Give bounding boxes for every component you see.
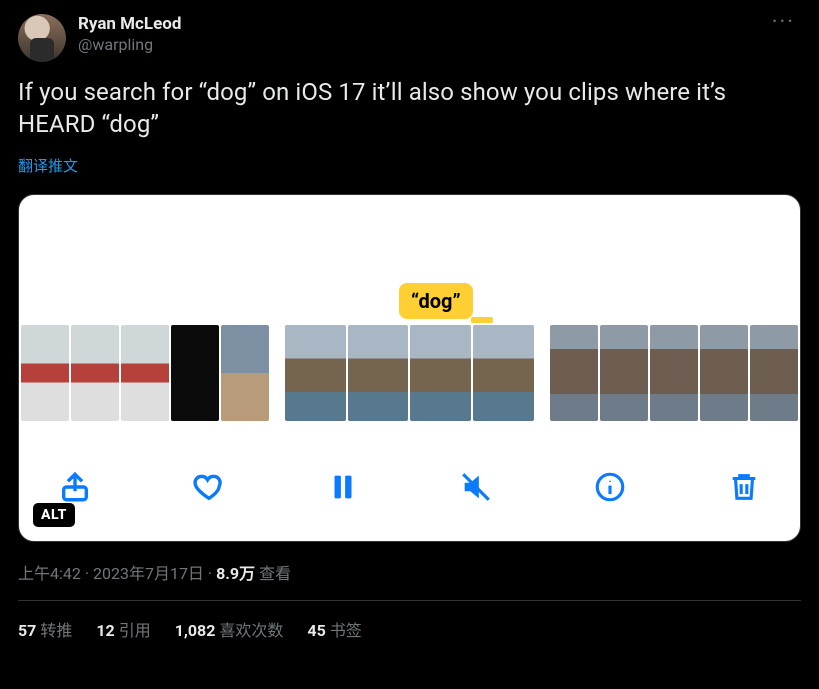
author-handle[interactable]: @warpling xyxy=(78,35,181,54)
speaker-muted-icon xyxy=(459,470,493,508)
info-button[interactable] xyxy=(588,467,632,511)
stat-value: 1,082 xyxy=(175,621,216,640)
timeline-frame xyxy=(650,325,698,421)
view-count: 8.9万 xyxy=(216,564,255,583)
meta-separator: · xyxy=(81,564,93,583)
timeline-frame xyxy=(171,325,219,421)
avatar[interactable] xyxy=(18,14,66,62)
timeline-frame xyxy=(121,325,169,421)
timeline-frame xyxy=(550,325,598,421)
stat-value: 12 xyxy=(96,621,114,640)
meta-separator: · xyxy=(204,564,216,583)
tweet-meta: 上午4:42 · 2023年7月17日 · 8.9万 查看 xyxy=(18,560,801,584)
timeline-frame xyxy=(21,325,69,421)
mute-button[interactable] xyxy=(454,467,498,511)
like-button[interactable] xyxy=(187,467,231,511)
pause-button[interactable] xyxy=(321,467,365,511)
stat-label: 引用 xyxy=(119,621,151,640)
stat-label: 书签 xyxy=(330,621,362,640)
timeline-frame xyxy=(473,325,534,421)
caption-bubble: “dog” xyxy=(399,283,473,319)
timeline-frame xyxy=(348,325,409,421)
info-icon xyxy=(593,470,627,508)
tweet-stats: 57转推 12 引用 1,082喜欢次数 45 书签 xyxy=(18,601,801,649)
view-label: 查看 xyxy=(255,564,291,583)
alt-badge[interactable]: ALT xyxy=(33,503,75,527)
timeline-frame xyxy=(410,325,471,421)
tweet-header: Ryan McLeod @warpling ··· xyxy=(18,14,801,62)
heart-icon xyxy=(192,470,226,508)
stat-retweets[interactable]: 57转推 xyxy=(18,617,72,641)
stat-value: 45 xyxy=(307,621,325,640)
timeline-frame xyxy=(71,325,119,421)
timeline-frame xyxy=(221,325,269,421)
stat-bookmarks[interactable]: 45 书签 xyxy=(307,617,361,641)
tweet-text: If you search for “dog” on iOS 17 it’ll … xyxy=(18,76,801,141)
stat-quotes[interactable]: 12 引用 xyxy=(96,617,150,641)
pause-icon xyxy=(326,470,360,508)
caption-tick xyxy=(471,317,493,323)
stat-likes[interactable]: 1,082喜欢次数 xyxy=(175,617,284,641)
tweet: Ryan McLeod @warpling ··· If you search … xyxy=(0,0,819,661)
timeline-clip[interactable] xyxy=(21,325,269,421)
timeline-frame xyxy=(700,325,748,421)
stat-value: 57 xyxy=(18,621,36,640)
timeline-frame xyxy=(750,325,798,421)
translate-link[interactable]: 翻译推文 xyxy=(18,155,801,176)
delete-button[interactable] xyxy=(722,467,766,511)
tweet-date[interactable]: 2023年7月17日 xyxy=(93,564,204,583)
timeline-clip[interactable] xyxy=(550,325,798,421)
stat-label: 喜欢次数 xyxy=(219,621,283,640)
more-button[interactable]: ··· xyxy=(766,14,801,32)
tweet-time[interactable]: 上午4:42 xyxy=(18,564,81,583)
timeline-frame xyxy=(600,325,648,421)
author-names: Ryan McLeod @warpling xyxy=(78,14,181,54)
stat-label: 转推 xyxy=(40,621,72,640)
timeline-frame xyxy=(285,325,346,421)
video-timeline[interactable] xyxy=(19,325,800,421)
media-card[interactable]: “dog” xyxy=(18,194,801,542)
trash-icon xyxy=(727,470,761,508)
author-display-name[interactable]: Ryan McLeod xyxy=(78,14,181,34)
media-toolbar xyxy=(19,453,800,525)
timeline-clip[interactable] xyxy=(285,325,533,421)
